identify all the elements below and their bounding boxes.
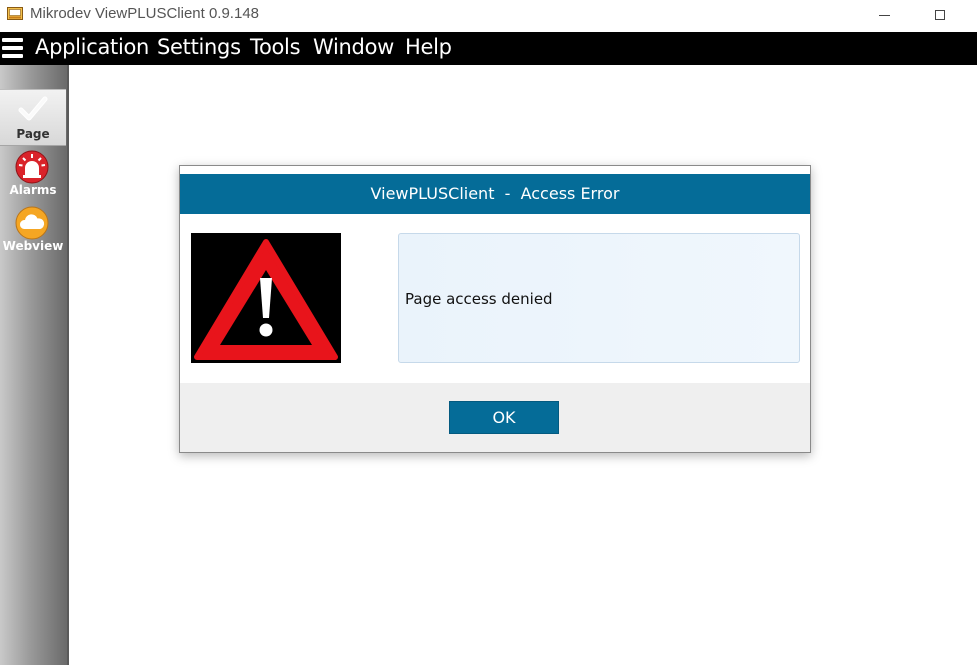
sidebar-item-label: Page <box>16 127 50 141</box>
menu-help[interactable]: Help <box>405 35 452 59</box>
app-window-icon <box>7 7 23 20</box>
window-titlebar: Mikrodev ViewPLUSClient 0.9.148 <box>0 0 977 32</box>
menu-application[interactable]: Application <box>35 35 149 59</box>
minimize-icon <box>878 14 890 16</box>
ok-button[interactable]: OK <box>449 401 559 434</box>
dialog-footer: OK <box>180 383 810 452</box>
sidebar-item-label: Alarms <box>9 183 57 197</box>
window-title: Mikrodev ViewPLUSClient 0.9.148 <box>30 5 260 22</box>
message-box: Page access denied <box>398 233 800 363</box>
sidebar: Page Alarms Webview <box>0 65 67 665</box>
sidebar-item-page[interactable]: Page <box>0 89 66 146</box>
menu-settings[interactable]: Settings <box>157 35 241 59</box>
sidebar-item-webview[interactable]: Webview <box>0 205 66 255</box>
sidebar-item-label: Webview <box>2 239 64 253</box>
dialog-title: ViewPLUSClient - Access Error <box>180 174 810 214</box>
sidebar-item-alarms[interactable]: Alarms <box>0 149 66 199</box>
sidebar-divider <box>67 65 69 665</box>
menu-tools[interactable]: Tools <box>250 35 301 59</box>
hamburger-menu-icon[interactable] <box>2 38 23 58</box>
access-error-dialog: ViewPLUSClient - Access Error Page acces… <box>179 165 811 453</box>
maximize-button[interactable] <box>917 0 963 30</box>
menubar: Application Settings Tools Window Help <box>0 32 977 65</box>
minimize-button[interactable] <box>861 0 907 30</box>
warning-triangle-icon <box>191 233 341 363</box>
cloud-icon <box>15 206 49 240</box>
error-message: Page access denied <box>405 290 553 308</box>
maximize-icon <box>935 10 945 20</box>
checkmark-icon <box>18 96 48 121</box>
menu-window[interactable]: Window <box>313 35 394 59</box>
alarm-siren-icon <box>15 150 49 184</box>
